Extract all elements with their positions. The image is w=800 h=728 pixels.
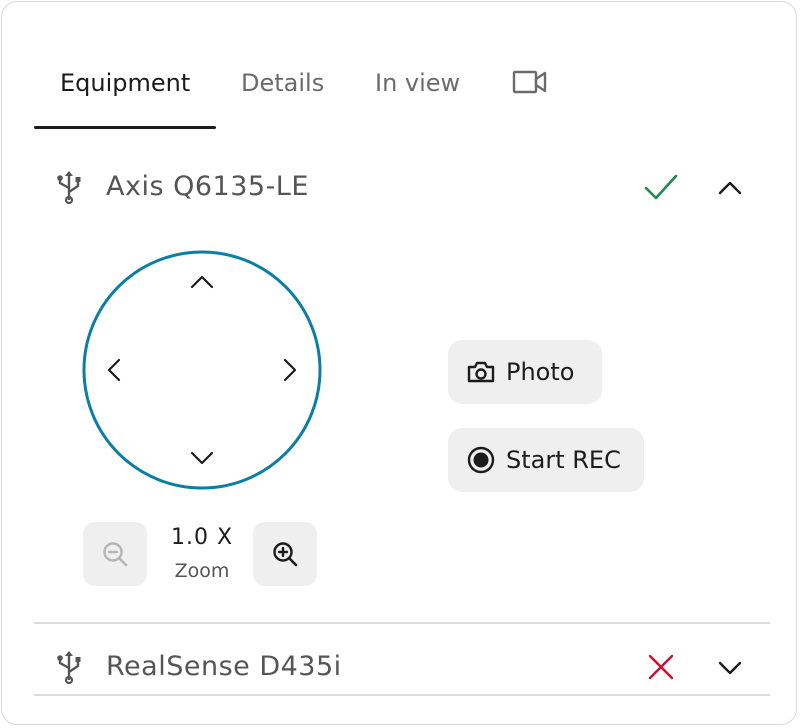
checkmark-icon [644,174,678,200]
chevron-down-icon [718,661,742,675]
usb-icon [57,171,81,204]
chevron-up-icon [718,181,742,195]
tab-equipment[interactable]: Equipment [60,68,190,98]
video-camera-icon [512,70,547,94]
device-row-axis[interactable]: Axis Q6135-LE [34,156,770,216]
start-rec-button-label: Start REC [506,446,621,474]
photo-button[interactable]: Photo [448,340,602,404]
chevron-down-icon [190,451,214,465]
tab-details[interactable]: Details [241,68,324,98]
pan-down-button[interactable] [182,438,222,478]
start-rec-button[interactable]: Start REC [448,428,644,492]
photo-button-label: Photo [506,358,575,386]
pan-right-button[interactable] [270,350,310,390]
chevron-right-icon [283,358,297,382]
device-name: Axis Q6135-LE [106,171,309,202]
tab-in-view[interactable]: In view [375,68,460,98]
zoom-out-button[interactable] [83,522,147,586]
bottom-divider [34,694,770,696]
zoom-value: 1.0 X [170,525,234,550]
record-icon [466,445,496,475]
active-tab-indicator [34,126,216,129]
zoom-out-icon [103,542,128,567]
device-row-realsense[interactable]: RealSense D435i [34,636,770,696]
equipment-panel: Equipment Details In view Axis Q6135-LE [1,1,797,725]
collapse-button[interactable] [710,168,750,208]
zoom-in-icon [273,542,298,567]
zoom-label: Zoom [174,560,230,582]
zoom-in-button[interactable] [253,522,317,586]
chevron-left-icon [107,358,121,382]
tab-video[interactable] [512,66,548,98]
chevron-up-icon [190,275,214,289]
device-name: RealSense D435i [106,651,342,682]
expand-button[interactable] [710,648,750,688]
pan-up-button[interactable] [182,262,222,302]
device-divider [34,622,770,624]
usb-icon [57,651,81,684]
tab-bar: Equipment Details In view [34,2,770,129]
pan-left-button[interactable] [94,350,134,390]
camera-icon [466,357,496,387]
ptz-joystick[interactable] [82,250,322,490]
cross-icon [648,654,674,680]
